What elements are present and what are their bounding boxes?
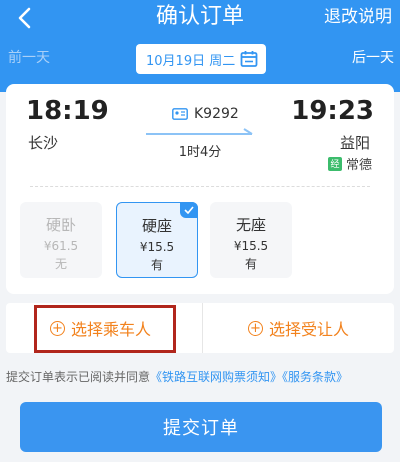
seat-availability: 有 xyxy=(244,257,257,271)
ticket-rules-link[interactable]: 《铁路互联网购票须知》 xyxy=(150,370,282,384)
via-station: 常德 xyxy=(345,158,372,173)
arrive-time: 19:23 xyxy=(291,96,374,126)
divider xyxy=(30,186,370,187)
add-circle-icon: + xyxy=(248,320,263,336)
terms-link[interactable]: 《服务条款》 xyxy=(282,370,348,384)
selected-check-icon xyxy=(180,202,198,218)
day-navigation: 前一天 10月19日 周二 后一天 xyxy=(0,44,400,74)
seat-option-hard-seat[interactable]: 硬座 ¥15.5 有 xyxy=(116,202,198,278)
depart-time: 18:19 xyxy=(26,96,109,126)
calendar-icon xyxy=(240,51,258,67)
train-number: K9292 xyxy=(194,106,239,122)
submit-order-button[interactable]: 提交订单 xyxy=(20,402,382,452)
seat-availability: 有 xyxy=(150,258,163,272)
divider xyxy=(202,303,203,353)
date-picker[interactable]: 10月19日 周二 xyxy=(136,44,266,74)
train-ticket-icon xyxy=(172,108,188,120)
via-station-info: 经 常德 xyxy=(327,154,372,173)
refund-policy-link[interactable]: 退改说明 xyxy=(324,4,392,30)
choose-beneficiary-label: 选择受让人 xyxy=(269,320,350,339)
train-info[interactable]: K9292 xyxy=(172,106,239,122)
seat-name: 无座 xyxy=(235,216,266,234)
next-day-button[interactable]: 后一天 xyxy=(352,47,394,67)
header-bar: 确认订单 退改说明 前一天 10月19日 周二 后一天 xyxy=(0,0,400,92)
direction-arrow-icon xyxy=(146,128,253,135)
seat-availability: 无 xyxy=(54,257,67,271)
trip-card: 18:19 长沙 K9292 1时4分 19:23 益阳 经 常德 硬卧 ¥61… xyxy=(6,84,394,294)
choose-beneficiary-button[interactable]: + 选择受让人 xyxy=(248,303,349,353)
arrive-station: 益阳 xyxy=(339,134,370,152)
seat-name: 硬座 xyxy=(141,217,172,235)
agreement-text: 提交订单表示已阅读并同意《铁路互联网购票须知》《服务条款》 xyxy=(6,368,348,385)
via-badge: 经 xyxy=(327,156,342,171)
seat-option-hard-sleeper[interactable]: 硬卧 ¥61.5 无 xyxy=(20,202,102,278)
seat-price: ¥15.5 xyxy=(139,240,175,254)
seat-option-no-seat[interactable]: 无座 ¥15.5 有 xyxy=(210,202,292,278)
seat-name: 硬卧 xyxy=(45,216,76,234)
date-label: 10月19日 周二 xyxy=(146,53,236,69)
agreement-prefix: 提交订单表示已阅读并同意 xyxy=(6,370,151,384)
seat-price: ¥61.5 xyxy=(43,239,79,253)
highlight-box xyxy=(34,305,176,353)
seat-price: ¥15.5 xyxy=(233,239,269,253)
prev-day-button[interactable]: 前一天 xyxy=(8,47,50,67)
